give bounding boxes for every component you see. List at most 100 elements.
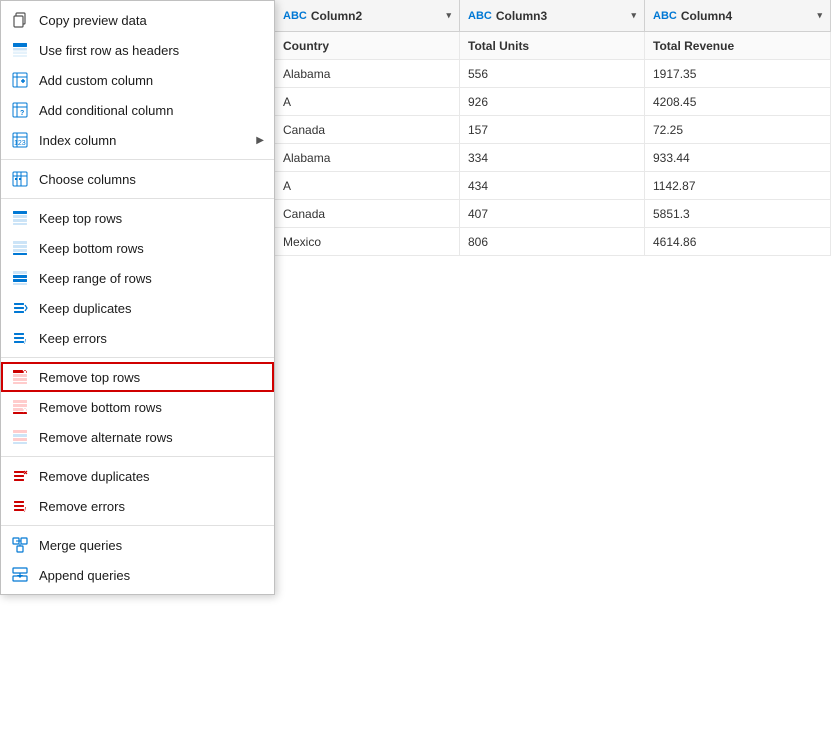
- copy-icon: [11, 11, 29, 29]
- cell-7-2: 806: [460, 228, 645, 255]
- cell-3-2: 157: [460, 116, 645, 143]
- add-conditional-col-label: Add conditional column: [39, 103, 173, 118]
- keep-top-rows-icon: [11, 209, 29, 227]
- keep-bottom-rows-icon: [11, 239, 29, 257]
- cell-4-3: 933.44: [645, 144, 831, 171]
- keep-duplicates-icon: [11, 299, 29, 317]
- remove-errors-label: Remove errors: [39, 499, 125, 514]
- cell-2-2: 926: [460, 88, 645, 115]
- add-custom-col-label: Add custom column: [39, 73, 153, 88]
- keep-errors-icon: !: [11, 329, 29, 347]
- menu-item-keep-range[interactable]: Keep range of rows: [1, 263, 274, 293]
- cell-0-2: Total Units: [460, 32, 645, 59]
- cell-1-1: Alabama: [275, 60, 460, 87]
- keep-range-icon: [11, 269, 29, 287]
- remove-duplicates-label: Remove duplicates: [39, 469, 150, 484]
- remove-alternate-rows-label: Remove alternate rows: [39, 430, 173, 445]
- menu-item-remove-bottom-rows[interactable]: Remove bottom rows: [1, 392, 274, 422]
- cell-7-3: 4614.86: [645, 228, 831, 255]
- remove-bottom-rows-icon: [11, 398, 29, 416]
- copy-preview-label: Copy preview data: [39, 13, 147, 28]
- menu-item-choose-cols[interactable]: Choose columns: [1, 164, 274, 194]
- svg-text:?: ?: [20, 110, 24, 117]
- separator-5: [1, 525, 274, 526]
- cell-1-3: 1917.35: [645, 60, 831, 87]
- remove-errors-icon: !: [11, 497, 29, 515]
- svg-text:!: !: [24, 339, 26, 346]
- separator-1: [1, 159, 274, 160]
- choose-cols-icon: [11, 170, 29, 188]
- append-queries-label: Append queries: [39, 568, 130, 583]
- col4-dropdown-arrow[interactable]: ▾: [817, 10, 822, 21]
- keep-top-rows-label: Keep top rows: [39, 211, 122, 226]
- separator-3: [1, 357, 274, 358]
- menu-item-merge-queries[interactable]: Merge queries: [1, 530, 274, 560]
- remove-top-rows-label: Remove top rows: [39, 370, 140, 385]
- cell-2-3: 4208.45: [645, 88, 831, 115]
- cell-5-1: A: [275, 172, 460, 199]
- menu-item-keep-errors[interactable]: ! Keep errors: [1, 323, 274, 353]
- context-menu: Copy preview data Use first row as heade…: [0, 0, 275, 595]
- cell-1-2: 556: [460, 60, 645, 87]
- cell-7-1: Mexico: [275, 228, 460, 255]
- col2-type-icon: ABC: [283, 10, 307, 22]
- cell-4-2: 334: [460, 144, 645, 171]
- col2-label: Column2: [311, 9, 362, 23]
- svg-text:123: 123: [14, 140, 26, 147]
- separator-2: [1, 198, 274, 199]
- cell-6-2: 407: [460, 200, 645, 227]
- cell-4-1: Alabama: [275, 144, 460, 171]
- keep-range-label: Keep range of rows: [39, 271, 152, 286]
- col3-label: Column3: [496, 9, 547, 23]
- menu-item-remove-duplicates[interactable]: Remove duplicates: [1, 461, 274, 491]
- index-col-icon: 123: [11, 131, 29, 149]
- column3-header[interactable]: ABC Column3 ▾: [460, 0, 645, 31]
- menu-item-use-first-row[interactable]: Use first row as headers: [1, 35, 274, 65]
- cell-5-3: 1142.87: [645, 172, 831, 199]
- column2-header[interactable]: ABC Column2 ▾: [275, 0, 460, 31]
- menu-item-keep-duplicates[interactable]: Keep duplicates: [1, 293, 274, 323]
- remove-top-rows-icon: [11, 368, 29, 386]
- cell-6-3: 5851.3: [645, 200, 831, 227]
- merge-queries-icon: [11, 536, 29, 554]
- col3-type-icon: ABC: [468, 10, 492, 22]
- svg-text:!: !: [24, 507, 26, 514]
- column4-header[interactable]: ABC Column4 ▾: [645, 0, 831, 31]
- col2-dropdown-arrow[interactable]: ▾: [446, 10, 451, 21]
- menu-item-keep-top-rows[interactable]: Keep top rows: [1, 203, 274, 233]
- append-queries-icon: [11, 566, 29, 584]
- col4-type-icon: ABC: [653, 10, 677, 22]
- menu-item-index-col[interactable]: 123 Index column ▶: [1, 125, 274, 155]
- remove-duplicates-icon: [11, 467, 29, 485]
- menu-item-remove-alternate-rows[interactable]: Remove alternate rows: [1, 422, 274, 452]
- col3-dropdown-arrow[interactable]: ▾: [631, 10, 636, 21]
- cond-col-icon: ?: [11, 101, 29, 119]
- header-icon: [11, 41, 29, 59]
- separator-4: [1, 456, 274, 457]
- col4-label: Column4: [681, 9, 732, 23]
- keep-bottom-rows-label: Keep bottom rows: [39, 241, 144, 256]
- cell-0-1: Country: [275, 32, 460, 59]
- remove-alternate-rows-icon: [11, 428, 29, 446]
- cell-3-3: 72.25: [645, 116, 831, 143]
- index-col-label: Index column: [39, 133, 116, 148]
- cell-0-3: Total Revenue: [645, 32, 831, 59]
- remove-bottom-rows-label: Remove bottom rows: [39, 400, 162, 415]
- menu-item-add-conditional-col[interactable]: ? Add conditional column: [1, 95, 274, 125]
- cell-2-1: A: [275, 88, 460, 115]
- keep-duplicates-label: Keep duplicates: [39, 301, 132, 316]
- menu-item-remove-errors[interactable]: ! Remove errors: [1, 491, 274, 521]
- index-col-arrow: ▶: [256, 135, 264, 146]
- keep-errors-label: Keep errors: [39, 331, 107, 346]
- cell-5-2: 434: [460, 172, 645, 199]
- menu-item-copy-preview[interactable]: Copy preview data: [1, 5, 274, 35]
- cell-6-1: Canada: [275, 200, 460, 227]
- cell-3-1: Canada: [275, 116, 460, 143]
- menu-item-keep-bottom-rows[interactable]: Keep bottom rows: [1, 233, 274, 263]
- custom-col-icon: [11, 71, 29, 89]
- choose-cols-label: Choose columns: [39, 172, 136, 187]
- menu-item-add-custom-col[interactable]: Add custom column: [1, 65, 274, 95]
- menu-item-append-queries[interactable]: Append queries: [1, 560, 274, 590]
- use-first-row-label: Use first row as headers: [39, 43, 179, 58]
- menu-item-remove-top-rows[interactable]: Remove top rows: [1, 362, 274, 392]
